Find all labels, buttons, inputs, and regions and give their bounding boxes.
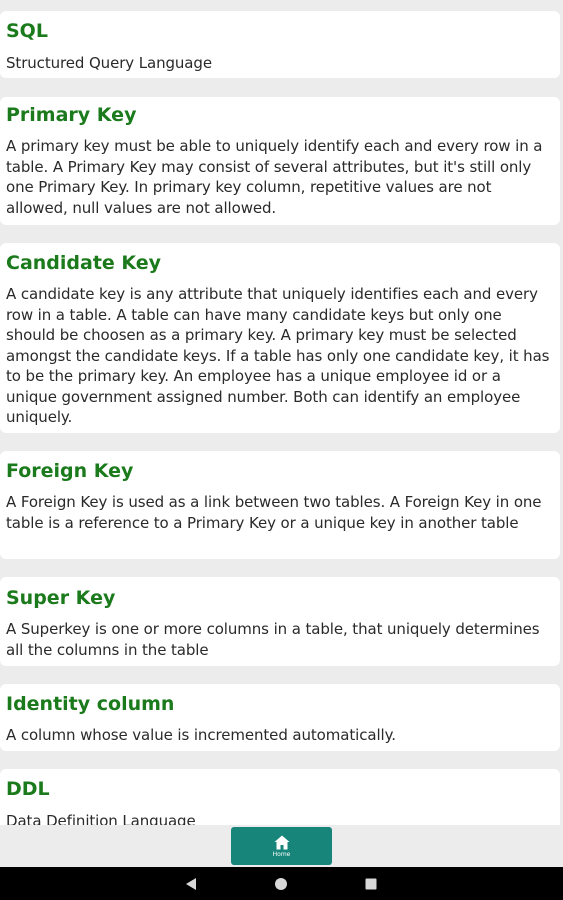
term-description: A Superkey is one or more columns in a t… [6, 620, 540, 659]
term-title: Super Key [6, 587, 116, 609]
term-description: Data Definition Language [6, 812, 196, 825]
term-title: Foreign Key [6, 460, 134, 482]
home-button-label: Home [272, 850, 291, 858]
home-icon [274, 835, 289, 849]
recents-icon[interactable] [363, 876, 379, 892]
back-icon[interactable] [183, 876, 199, 892]
term-card-identity-column[interactable]: Identity column A column whose value is … [0, 684, 560, 751]
term-description: A primary key must be able to uniquely i… [6, 137, 543, 217]
term-description: Structured Query Language [6, 54, 212, 72]
term-title: Candidate Key [6, 252, 162, 274]
term-card-candidate-key[interactable]: Candidate Key A candidate key is any att… [0, 243, 560, 433]
term-title: SQL [6, 20, 48, 42]
term-card-super-key[interactable]: Super Key A Superkey is one or more colu… [0, 577, 560, 666]
app-screen: SQL Structured Query Language Primary Ke… [0, 0, 563, 900]
term-title: Primary Key [6, 104, 137, 126]
home-circle-icon[interactable] [273, 876, 289, 892]
term-description: A column whose value is incremented auto… [6, 726, 396, 744]
term-card-sql[interactable]: SQL Structured Query Language [0, 11, 560, 78]
term-description: A candidate key is any attribute that un… [6, 285, 550, 426]
term-card-primary-key[interactable]: Primary Key A primary key must be able t… [0, 97, 560, 225]
bottom-navigation: Home [0, 825, 563, 867]
system-navigation-bar [0, 867, 563, 900]
term-title: DDL [6, 778, 50, 800]
term-card-foreign-key[interactable]: Foreign Key A Foreign Key is used as a l… [0, 451, 560, 559]
term-title: Identity column [6, 693, 175, 715]
term-description: A Foreign Key is used as a link between … [6, 493, 542, 532]
terms-list[interactable]: SQL Structured Query Language Primary Ke… [0, 0, 563, 825]
term-card-ddl[interactable]: DDL Data Definition Language [0, 769, 560, 825]
home-button[interactable]: Home [231, 827, 332, 865]
